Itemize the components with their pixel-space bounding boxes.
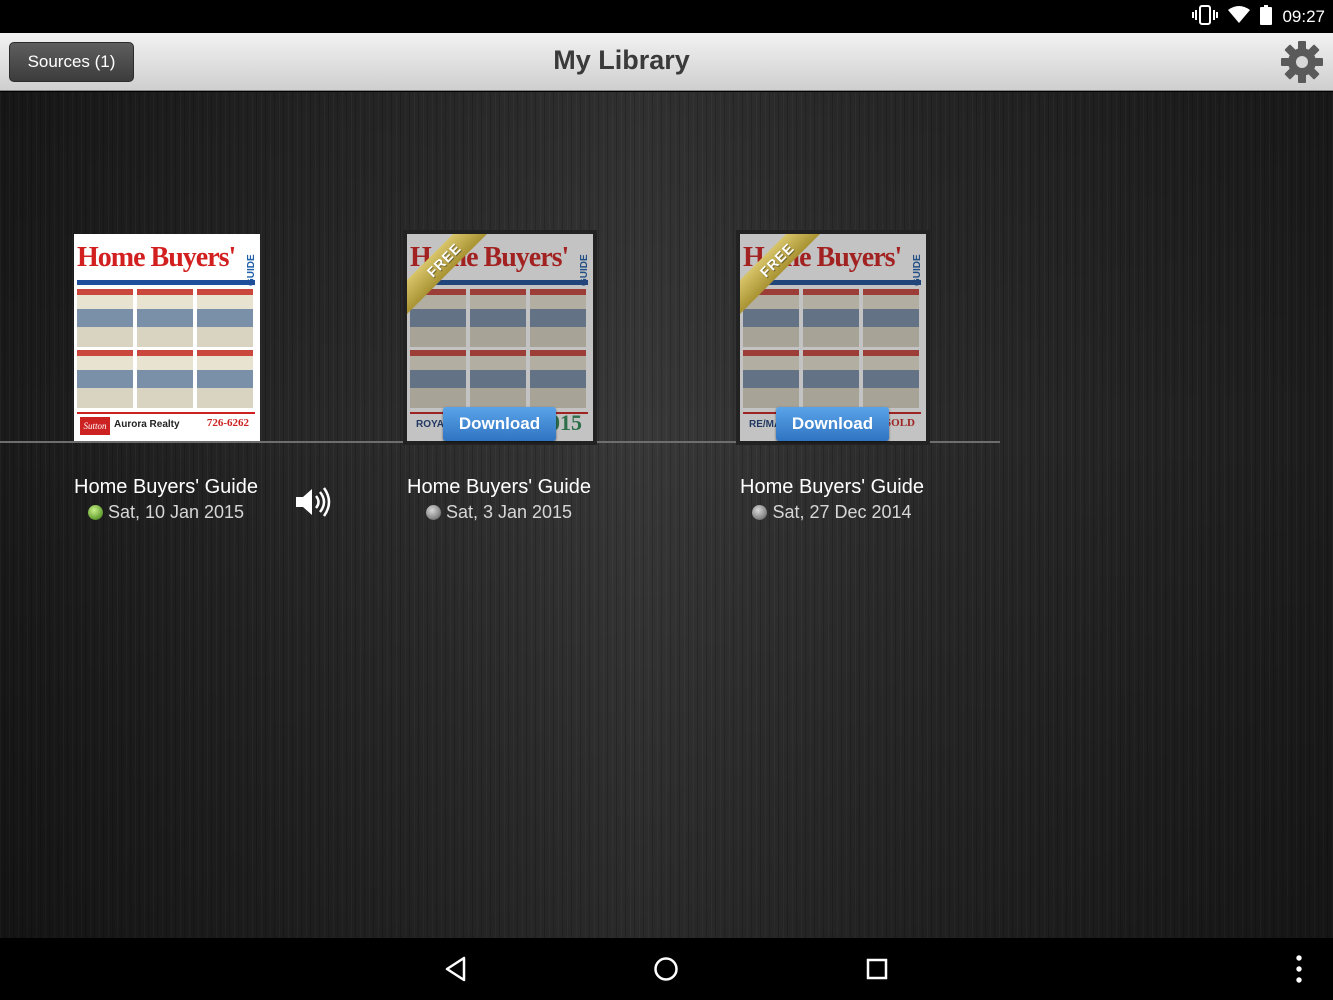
download-button[interactable]: Download [776,407,889,441]
downloaded-status-icon [87,505,103,520]
battery-icon [1260,5,1273,29]
recents-button[interactable] [860,952,894,986]
issue-date: Sat, 27 Dec 2014 [772,502,912,522]
overflow-menu-button[interactable] [1282,952,1316,986]
settings-button[interactable] [1279,39,1325,85]
gear-icon [1279,41,1325,89]
download-button[interactable]: Download [443,407,556,441]
speaker-icon [293,487,333,526]
wifi-icon [1228,6,1251,28]
library-shelf: Home Buyers' GUIDE Sutton Aurora Realty … [0,92,1333,938]
cover-footer-text: Aurora Realty [114,419,180,430]
cover-masthead: Home Buyers' [77,242,236,273]
vibrate-icon [1192,5,1219,29]
issue-cover[interactable]: Home Buyers' GUIDE Sutton Aurora Realty … [74,234,260,441]
issue-card[interactable]: Home Buyers' GUIDE RE/MAX SOLD FREE Down… [702,230,1002,532]
issue-card[interactable]: Home Buyers' GUIDE ROYAL LePAGE 2015 FRE… [369,230,669,532]
cover-side-label: GUIDE [246,254,257,286]
not-downloaded-status-icon [425,505,441,520]
cover-listings-image [77,289,255,409]
issue-title: Home Buyers' Guide [407,476,591,498]
back-icon [439,956,473,990]
home-icon [649,957,683,990]
navigation-bar [0,938,1333,1000]
issue-date: Sat, 3 Jan 2015 [445,502,573,522]
issue-title: Home Buyers' Guide [74,476,258,498]
action-bar: Sources (1) My Library [0,33,1333,91]
page-title: My Library [553,45,690,75]
home-button[interactable] [649,952,683,986]
issue-date: Sat, 10 Jan 2015 [107,502,245,522]
cover-footer-phone: 726-6262 [206,417,249,429]
back-button[interactable] [439,952,473,986]
audio-button[interactable] [293,482,333,522]
recents-icon [860,958,894,990]
issue-title: Home Buyers' Guide [740,476,924,498]
overflow-menu-icon [1282,955,1316,990]
cover-footer-brand: Sutton [80,417,110,435]
not-downloaded-status-icon [752,505,768,520]
status-time: 09:27 [1282,7,1325,26]
status-bar: 09:27 [0,0,1333,33]
issue-card[interactable]: Home Buyers' GUIDE Sutton Aurora Realty … [36,232,336,532]
